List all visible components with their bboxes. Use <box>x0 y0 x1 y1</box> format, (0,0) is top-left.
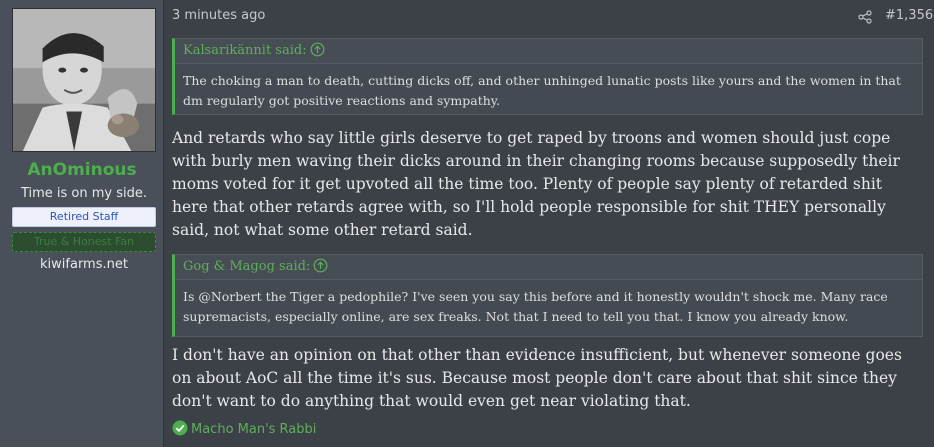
arrow-up-circle-icon[interactable] <box>313 258 328 273</box>
reaction-users[interactable]: Macho Man's Rabbi <box>191 422 316 437</box>
quote-author[interactable]: Gog & Magog said: <box>183 255 310 279</box>
share-icon[interactable] <box>858 10 872 24</box>
post-paragraph: And retards who say little girls deserve… <box>172 129 900 239</box>
quote-header[interactable]: Gog & Magog said: <box>175 255 922 280</box>
user-sidebar: AnOminous Time is on my side. Retired St… <box>0 0 164 447</box>
retired-staff-banner: Retired Staff <box>12 207 156 227</box>
user-title: Time is on my side. <box>20 186 148 201</box>
reaction-bar[interactable]: Macho Man's Rabbi <box>172 420 316 438</box>
forum-post: AnOminous Time is on my side. Retired St… <box>0 0 934 447</box>
post-number[interactable]: #1,356 <box>885 8 933 23</box>
avatar-image <box>13 9 155 151</box>
user-site: kiwifarms.net <box>40 257 128 272</box>
quote-header[interactable]: Kalsarikännit said: <box>175 39 922 64</box>
check-circle-icon <box>172 420 188 436</box>
quote-block: Kalsarikännit said: The choking a man to… <box>172 38 923 115</box>
quote-text: The choking a man to death, cutting dick… <box>183 73 901 108</box>
avatar[interactable] <box>12 8 156 152</box>
quote-author[interactable]: Kalsarikännit said: <box>183 39 307 63</box>
post-paragraph: I don't have an opinion on that other th… <box>172 346 902 410</box>
post-timestamp[interactable]: 3 minutes ago <box>172 8 265 23</box>
arrow-up-circle-icon[interactable] <box>310 42 325 57</box>
fan-banner: True & Honest Fan <box>12 232 156 252</box>
username[interactable]: AnOminous <box>0 160 164 180</box>
quote-text: Is @Norbert the Tiger a pedophile? I've … <box>183 289 888 324</box>
quote-block: Gog & Magog said: Is @Norbert the Tiger … <box>172 254 923 337</box>
